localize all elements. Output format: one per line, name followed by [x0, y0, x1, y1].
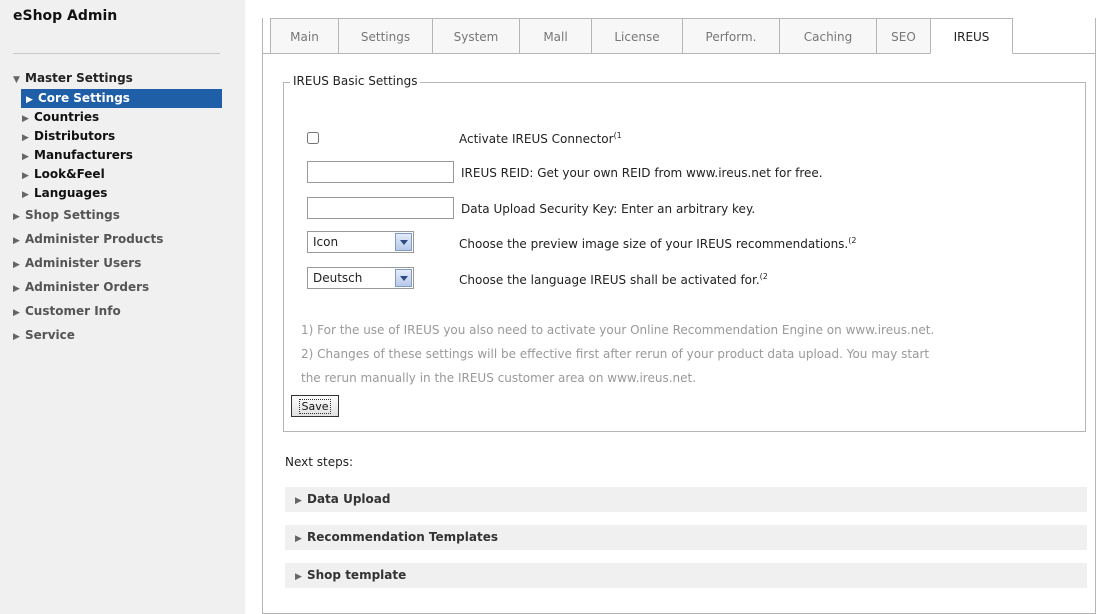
sidebar-item-distributors[interactable]: ▶ Distributors: [13, 127, 223, 146]
fieldset-legend: IREUS Basic Settings: [290, 74, 421, 88]
chevron-down-icon: [395, 233, 412, 251]
sidebar-item-languages[interactable]: ▶ Languages: [13, 184, 223, 203]
sidebar-item-master-settings[interactable]: ▼ Master Settings: [13, 67, 223, 89]
tab-perform[interactable]: Perform.: [682, 18, 779, 54]
tab-caching[interactable]: Caching: [779, 18, 876, 54]
triangle-down-icon: ▼: [13, 75, 20, 85]
sidebar-item-label: Core Settings: [38, 91, 130, 105]
sidebar-item-label: Customer Info: [25, 304, 121, 318]
tab-main[interactable]: Main: [270, 18, 338, 54]
footnote-2-marker: (2: [759, 272, 768, 281]
image-size-select[interactable]: Icon: [307, 231, 414, 253]
footnote-2-continued: the rerun manually in the IREUS customer…: [301, 371, 697, 385]
footnote-2: 2) Changes of these settings will be eff…: [301, 347, 930, 361]
tab-settings[interactable]: Settings: [338, 18, 432, 54]
triangle-right-icon: ▶: [13, 284, 20, 294]
sidebar-item-manufacturers[interactable]: ▶ Manufacturers: [13, 146, 223, 165]
activate-ireus-label-text: Activate IREUS Connector: [459, 132, 614, 146]
security-key-input[interactable]: [307, 197, 454, 219]
sidebar-menu: ▼ Master Settings ▶ Core Settings ▶ Countri…: [13, 67, 223, 347]
triangle-right-icon: ▶: [295, 534, 302, 544]
security-key-label: Data Upload Security Key: Enter an arbit…: [461, 202, 756, 216]
sidebar-item-administer-orders[interactable]: ▶ Administer Orders: [13, 275, 223, 299]
language-select[interactable]: Deutsch: [307, 267, 414, 289]
footnote-2-marker: (2: [848, 236, 857, 245]
sidebar-item-label: Administer Products: [25, 232, 164, 246]
activate-ireus-label: Activate IREUS Connector(1: [459, 131, 622, 146]
footnote-1: 1) For the use of IREUS you also need to…: [301, 323, 935, 337]
sidebar-item-service[interactable]: ▶ Service: [13, 323, 223, 347]
tab-seo[interactable]: SEO: [876, 18, 930, 54]
tab-bar: Main Settings System Mall License Perfor…: [270, 18, 1013, 54]
sidebar-item-label: Countries: [34, 110, 100, 124]
accordion-data-upload[interactable]: ▶ Data Upload: [285, 487, 1087, 512]
sidebar-item-label: Look&Feel: [34, 167, 105, 181]
next-steps-heading: Next steps:: [285, 455, 354, 469]
save-button-label: Save: [299, 398, 331, 414]
tab-mall[interactable]: Mall: [519, 18, 591, 54]
sidebar-item-administer-users[interactable]: ▶ Administer Users: [13, 251, 223, 275]
sidebar-item-shop-settings[interactable]: ▶ Shop Settings: [13, 203, 223, 227]
ireus-reid-label: IREUS REID: Get your own REID from www.i…: [461, 166, 823, 180]
sidebar-item-label: Administer Users: [25, 256, 142, 270]
sidebar-item-countries[interactable]: ▶ Countries: [13, 108, 223, 127]
image-size-value: Icon: [313, 235, 339, 249]
triangle-right-icon: ▶: [13, 260, 20, 270]
triangle-right-icon: ▶: [13, 212, 20, 222]
sidebar-item-look-and-feel[interactable]: ▶ Look&Feel: [13, 165, 223, 184]
save-button[interactable]: Save: [291, 395, 339, 417]
image-size-label: Choose the preview image size of your IR…: [459, 236, 856, 251]
sidebar-item-customer-info[interactable]: ▶ Customer Info: [13, 299, 223, 323]
sidebar: eShop Admin ▼ Master Settings ▶ Core Setti…: [0, 0, 245, 614]
language-label-text: Choose the language IREUS shall be activ…: [459, 273, 760, 287]
tab-ireus[interactable]: IREUS: [930, 18, 1013, 54]
sidebar-item-core-settings[interactable]: ▶ Core Settings: [21, 89, 222, 108]
sidebar-item-label: Languages: [34, 186, 108, 200]
tab-system[interactable]: System: [432, 18, 519, 54]
tab-license[interactable]: License: [591, 18, 682, 54]
triangle-right-icon: ▶: [13, 332, 20, 342]
activate-ireus-checkbox[interactable]: [307, 132, 319, 144]
language-value: Deutsch: [313, 271, 363, 285]
image-size-label-text: Choose the preview image size of your IR…: [459, 237, 849, 251]
chevron-down-icon: [395, 269, 412, 287]
triangle-right-icon: ▶: [13, 236, 20, 246]
app-title: eShop Admin: [13, 8, 118, 24]
ireus-reid-input[interactable]: [307, 161, 454, 183]
language-label: Choose the language IREUS shall be activ…: [459, 272, 768, 287]
sidebar-item-administer-products[interactable]: ▶ Administer Products: [13, 227, 223, 251]
accordion-label: Data Upload: [307, 492, 391, 506]
sidebar-item-label: Manufacturers: [34, 148, 133, 162]
sidebar-item-label: Distributors: [34, 129, 116, 143]
accordion-label: Shop template: [307, 568, 407, 582]
triangle-right-icon: ▶: [295, 496, 302, 506]
sidebar-item-label: Administer Orders: [25, 280, 150, 294]
sidebar-item-label: Shop Settings: [25, 208, 120, 222]
accordion-label: Recommendation Templates: [307, 530, 498, 544]
sidebar-divider: [13, 53, 220, 54]
sidebar-item-label: Master Settings: [25, 71, 133, 85]
triangle-right-icon: ▶: [295, 572, 302, 582]
sidebar-item-label: Service: [25, 328, 75, 342]
triangle-right-icon: ▶: [13, 308, 20, 318]
accordion-shop-template[interactable]: ▶ Shop template: [285, 563, 1087, 588]
accordion-recommendation-templates[interactable]: ▶ Recommendation Templates: [285, 525, 1087, 550]
footnote-1-marker: (1: [613, 131, 622, 140]
